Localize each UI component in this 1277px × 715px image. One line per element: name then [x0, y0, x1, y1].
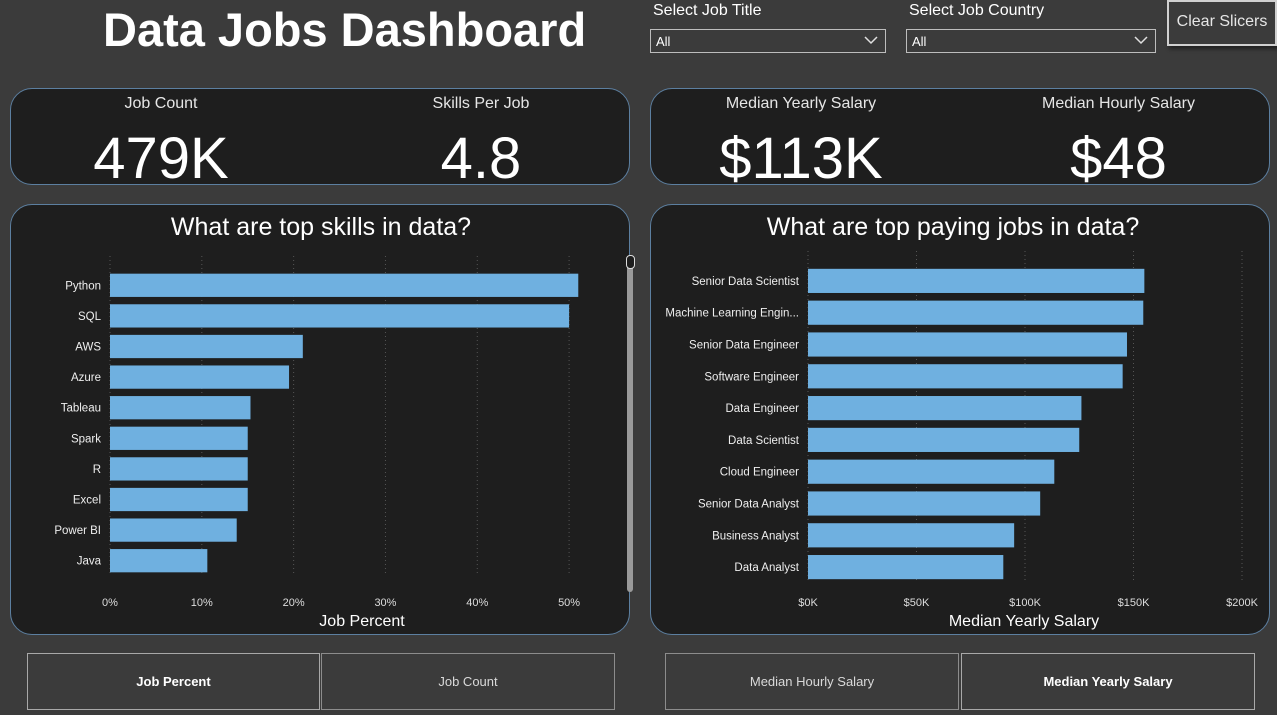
skills-category-label: R — [93, 464, 101, 476]
skills-bar — [110, 426, 248, 450]
salary-x-tick-label: $100K — [1009, 597, 1041, 609]
salary-category-label: Data Engineer — [725, 403, 799, 415]
skills-x-axis-title: Job Percent — [319, 613, 405, 630]
kpi-value-job-count: 479K — [93, 126, 229, 191]
toggle-job-count[interactable]: Job Count — [321, 653, 615, 710]
chevron-down-icon — [1134, 36, 1148, 45]
kpi-label-median-yearly-salary: Median Yearly Salary — [725, 95, 877, 112]
skills-category-label: Java — [77, 556, 102, 568]
chart-scrollbar-thumb[interactable] — [626, 255, 635, 269]
salary-category-label: Senior Data Scientist — [692, 276, 800, 288]
job-country-dropdown-value: All — [912, 34, 927, 49]
salary-x-tick-label: $200K — [1226, 597, 1258, 609]
kpi-label-median-hourly-salary: Median Hourly Salary — [1042, 95, 1195, 112]
salary-bar — [808, 268, 1145, 293]
kpi-label-skills-per-job: Skills Per Job — [432, 95, 530, 112]
skills-x-tick-label: 50% — [558, 597, 580, 609]
skills-bar — [110, 334, 303, 359]
skills-bar — [110, 273, 579, 297]
skills-category-label: AWS — [75, 342, 101, 354]
kpi-value-skills-per-job: 4.8 — [440, 126, 522, 191]
clear-slicers-button[interactable]: Clear Slicers — [1167, 0, 1277, 46]
skills-category-label: SQL — [78, 311, 102, 323]
skills-category-label: Azure — [71, 372, 101, 384]
salary-category-label: Cloud Engineer — [720, 467, 799, 479]
salary-x-tick-label: $50K — [904, 597, 930, 609]
skills-bar — [110, 457, 248, 481]
skills-x-tick-label: 10% — [191, 597, 213, 609]
skills-bar — [110, 304, 570, 328]
salary-bar — [808, 523, 1015, 548]
skills-bar — [110, 365, 290, 389]
salary-category-label: Data Scientist — [728, 435, 800, 447]
job-country-dropdown[interactable]: All — [906, 29, 1156, 53]
salary-bar — [808, 555, 1004, 580]
skills-x-tick-label: 20% — [283, 597, 305, 609]
skills-bar-chart: 0% 10% 20% 30% 40% 50% Python SQL AWS Azure Tablea… — [54, 256, 580, 630]
skills-bar — [110, 518, 237, 542]
toggle-job-percent[interactable]: Job Percent — [27, 653, 320, 710]
skills-x-tick-label: 0% — [102, 597, 118, 609]
salary-category-label: Business Analyst — [712, 530, 800, 542]
skills-category-label: Python — [65, 280, 101, 292]
skills-bar — [110, 487, 248, 512]
kpi-label-job-count: Job Count — [124, 95, 198, 112]
skills-category-label: Power BI — [54, 525, 101, 537]
salary-category-label: Machine Learning Engin... — [665, 308, 799, 320]
kpi-value-median-yearly-salary: $113K — [719, 126, 883, 191]
skills-x-tick-label: 30% — [374, 597, 396, 609]
salary-category-label: Senior Data Analyst — [698, 499, 800, 511]
skills-bar — [110, 396, 251, 420]
salary-category-label: Data Analyst — [734, 562, 799, 574]
skills-category-label: Spark — [71, 433, 101, 445]
toggle-median-yearly-salary[interactable]: Median Yearly Salary — [961, 653, 1255, 710]
skills-bar — [110, 549, 208, 573]
kpi-card-jobs: Job Count 479K Skills Per Job 4.8 — [10, 88, 630, 191]
salary-category-label: Senior Data Engineer — [689, 340, 799, 352]
salary-bar — [808, 491, 1041, 516]
job-title-dropdown[interactable]: All — [650, 29, 886, 53]
salary-bar — [808, 300, 1144, 325]
chart-scrollbar[interactable] — [627, 258, 633, 592]
skills-category-label: Excel — [73, 495, 101, 507]
salary-x-axis-title: Median Yearly Salary — [949, 613, 1099, 630]
salary-category-label: Software Engineer — [704, 371, 799, 383]
kpi-value-median-hourly-salary: $48 — [1070, 126, 1167, 191]
skills-category-label: Tableau — [61, 403, 101, 415]
salary-bar — [808, 332, 1127, 357]
job-country-slicer-label: Select Job Country — [909, 2, 1045, 19]
skills-x-tick-label: 40% — [466, 597, 488, 609]
salary-bar — [808, 396, 1082, 421]
job-title-dropdown-value: All — [656, 34, 671, 49]
kpi-card-salary: Median Yearly Salary $113K Median Hourly… — [650, 88, 1270, 191]
salary-x-tick-label: $0K — [798, 597, 818, 609]
toggle-median-hourly-salary[interactable]: Median Hourly Salary — [665, 653, 959, 710]
dashboard-title: Data Jobs Dashboard — [103, 3, 587, 56]
job-title-slicer-label: Select Job Title — [653, 2, 762, 19]
salary-bar — [808, 427, 1080, 452]
salary-bar — [808, 364, 1123, 389]
salary-x-tick-label: $150K — [1118, 597, 1150, 609]
salary-bar-chart: $0K $50K $100K $150K $200K Senior Data Scient… — [665, 251, 1259, 630]
salary-bar — [808, 459, 1055, 484]
chevron-down-icon — [864, 36, 878, 45]
